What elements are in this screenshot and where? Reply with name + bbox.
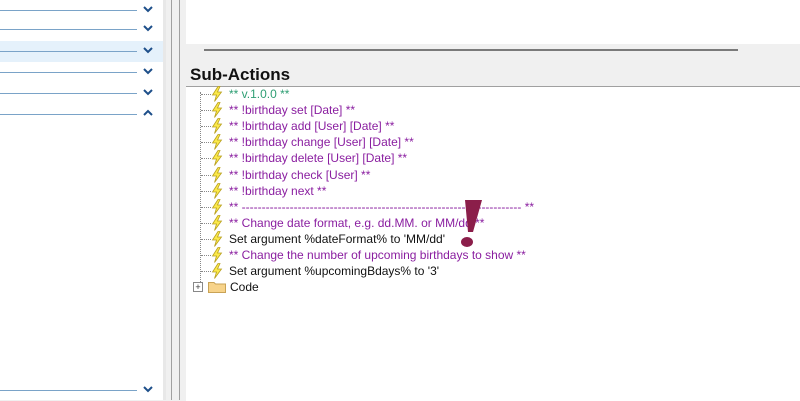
left-row[interactable] bbox=[0, 380, 163, 401]
left-row[interactable] bbox=[0, 104, 163, 125]
tree-connector bbox=[201, 271, 211, 273]
horizontal-scrollbar[interactable] bbox=[186, 44, 800, 62]
lightning-icon bbox=[211, 118, 223, 134]
left-row[interactable] bbox=[0, 0, 163, 21]
lightning-icon bbox=[211, 86, 223, 102]
tree-connector bbox=[201, 158, 211, 160]
lightning-icon bbox=[211, 230, 223, 247]
expand-icon[interactable]: + bbox=[193, 282, 203, 292]
lightning-icon bbox=[211, 182, 223, 199]
lightning-icon bbox=[211, 214, 223, 231]
sub-actions-title: Sub-Actions bbox=[190, 65, 291, 84]
chevron-down-icon[interactable] bbox=[142, 86, 154, 98]
splitter[interactable] bbox=[163, 0, 166, 400]
tree-connector bbox=[201, 126, 211, 128]
lightning-icon bbox=[211, 166, 223, 183]
lightning-icon bbox=[211, 150, 223, 167]
tree-connector bbox=[201, 110, 211, 112]
left-row[interactable] bbox=[0, 83, 163, 104]
tree-connector bbox=[201, 222, 211, 224]
chevron-up-icon[interactable] bbox=[142, 107, 154, 119]
left-row[interactable] bbox=[0, 62, 163, 83]
folder-label: Code bbox=[230, 280, 259, 294]
tree-connector bbox=[201, 206, 211, 208]
scrollbar-thumb[interactable] bbox=[204, 49, 738, 51]
tree-connector bbox=[201, 94, 211, 95]
tree-item-label: ** -------------------------------------… bbox=[229, 199, 535, 214]
chevron-down-icon[interactable] bbox=[142, 383, 154, 395]
lightning-icon bbox=[211, 247, 223, 263]
chevron-down-icon[interactable] bbox=[142, 44, 154, 56]
divider bbox=[171, 0, 172, 400]
tree-item-label: ** !birthday check [User] ** bbox=[229, 167, 371, 182]
divider bbox=[179, 0, 180, 400]
tree-item[interactable]: ** !birthday delete [User] [Date] ** bbox=[186, 150, 786, 167]
tree-item-label: Set argument %upcomingBdays% to '3' bbox=[229, 264, 440, 279]
tree-item[interactable]: ** !birthday change [User] [Date] ** bbox=[186, 134, 786, 151]
chevron-down-icon[interactable] bbox=[142, 65, 154, 77]
tree-item-label: ** !birthday add [User] [Date] ** bbox=[229, 119, 395, 134]
tree-connector bbox=[201, 142, 211, 144]
tree-item[interactable]: ** !birthday next ** bbox=[186, 182, 786, 199]
tree-item-label: ** Change the number of upcoming birthda… bbox=[229, 248, 526, 262]
tree-item-label: ** !birthday set [Date] ** bbox=[229, 103, 356, 118]
tree-item[interactable]: ** Change date format, e.g. dd.MM. or MM… bbox=[186, 214, 786, 231]
tree-item[interactable]: ** -------------------------------------… bbox=[186, 198, 786, 215]
tree-item[interactable]: ** v.1.0.0 ** bbox=[186, 86, 786, 102]
tree-item[interactable]: ** Change the number of upcoming birthda… bbox=[186, 247, 786, 263]
lightning-icon bbox=[211, 134, 223, 151]
tree-item-label: ** !birthday delete [User] [Date] ** bbox=[229, 151, 408, 166]
tree-connector bbox=[201, 190, 211, 192]
tree-item[interactable]: Set argument %upcomingBdays% to '3' bbox=[186, 263, 786, 279]
tree-item[interactable]: ** !birthday add [User] [Date] ** bbox=[186, 118, 786, 134]
lightning-icon bbox=[211, 198, 223, 215]
tree-item-label: Set argument %dateFormat% to 'MM/dd' bbox=[229, 231, 446, 246]
tree-item[interactable]: ** !birthday check [User] ** bbox=[186, 166, 786, 183]
tree-item[interactable]: Set argument %dateFormat% to 'MM/dd' bbox=[186, 230, 786, 247]
tree-connector bbox=[201, 174, 211, 176]
tree-item-label: ** !birthday next ** bbox=[229, 183, 327, 198]
left-row-selected[interactable] bbox=[0, 41, 163, 62]
folder-icon bbox=[208, 280, 226, 293]
tree-item-label: ** Change date format, e.g. dd.MM. or MM… bbox=[229, 215, 485, 230]
lightning-icon bbox=[211, 263, 223, 279]
tree-connector bbox=[201, 238, 211, 240]
left-row[interactable] bbox=[0, 19, 163, 40]
exclamation-mark-icon bbox=[456, 198, 486, 250]
tree-item[interactable]: ** !birthday set [Date] ** bbox=[186, 102, 786, 118]
tree-item-label: ** !birthday change [User] [Date] ** bbox=[229, 135, 414, 150]
chevron-down-icon[interactable] bbox=[142, 3, 154, 15]
lightning-icon bbox=[211, 102, 223, 118]
tree-connector bbox=[201, 255, 211, 256]
left-panel bbox=[0, 0, 163, 400]
chevron-down-icon[interactable] bbox=[142, 22, 154, 34]
tree-item-label: ** v.1.0.0 ** bbox=[229, 87, 290, 101]
